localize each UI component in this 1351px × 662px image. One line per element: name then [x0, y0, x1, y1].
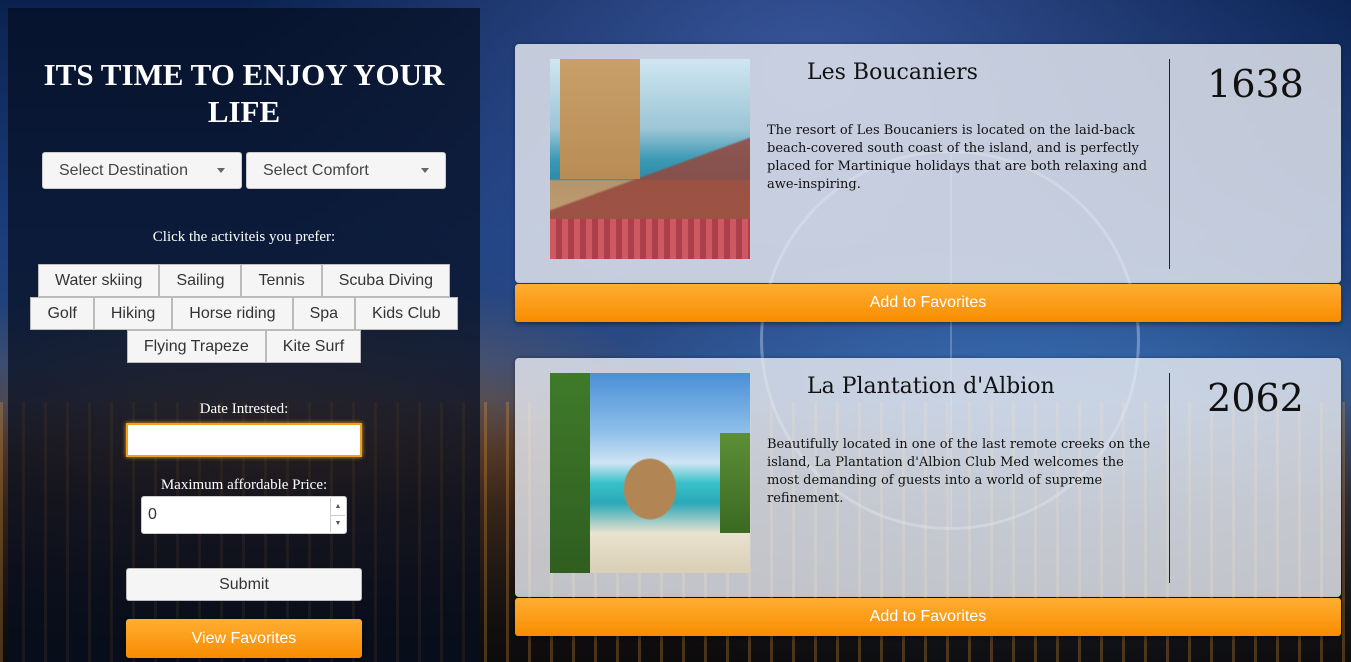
decrement-icon[interactable]: ▼ [331, 514, 345, 533]
activity-kite-surf[interactable]: Kite Surf [265, 330, 362, 363]
price-input[interactable] [142, 497, 346, 533]
activity-row-3: Flying Trapeze Kite Surf [8, 330, 480, 363]
activity-horse-riding[interactable]: Horse riding [172, 297, 293, 330]
select-row: Select Destination Select Comfort [8, 152, 480, 189]
activity-scuba-diving[interactable]: Scuba Diving [321, 264, 450, 297]
add-to-favorites-button[interactable]: Add to Favorites [515, 284, 1341, 322]
resort-description: Beautifully located in one of the last r… [767, 437, 1151, 506]
date-label: Date Intrested: [199, 401, 289, 417]
activity-golf[interactable]: Golf [30, 297, 94, 330]
resort-photo [550, 373, 750, 573]
comfort-select[interactable]: Select Comfort [246, 152, 446, 189]
price-label: Maximum affordable Price: [160, 477, 328, 493]
chevron-down-icon [421, 168, 429, 173]
resort-price: 2062 [1207, 376, 1304, 420]
price-stepper: ▲ ▼ [141, 496, 347, 534]
increment-icon[interactable]: ▲ [331, 498, 345, 515]
submit-button[interactable]: Submit [126, 568, 362, 601]
activity-hiking[interactable]: Hiking [93, 297, 173, 330]
comfort-select-label: Select Comfort [263, 161, 369, 179]
resort-card: La Plantation d'Albion Beautifully locat… [515, 358, 1341, 597]
activity-row-1: Water skiing Sailing Tennis Scuba Diving [8, 264, 480, 297]
resort-description: The resort of Les Boucaniers is located … [767, 123, 1148, 192]
activity-tennis[interactable]: Tennis [241, 264, 322, 297]
destination-select-label: Select Destination [59, 161, 188, 179]
chevron-down-icon [217, 168, 225, 173]
activity-water-skiing[interactable]: Water skiing [38, 264, 160, 297]
resort-card: Les Boucaniers The resort of Les Boucani… [515, 44, 1341, 283]
date-input[interactable] [126, 423, 362, 457]
price-spinner: ▲ ▼ [330, 498, 345, 532]
resort-name: La Plantation d'Albion [807, 374, 1055, 399]
panel-title: ITS TIME TO ENJOY YOUR LIFE [43, 57, 445, 129]
activity-row-2: Golf Hiking Horse riding Spa Kids Club [8, 297, 480, 330]
add-to-favorites-button[interactable]: Add to Favorites [515, 598, 1341, 636]
resort-photo [550, 59, 750, 259]
view-favorites-button[interactable]: View Favorites [126, 619, 362, 658]
activity-kids-club[interactable]: Kids Club [355, 297, 458, 330]
activities-label: Click the activiteis you prefer: [152, 229, 336, 245]
search-panel: ITS TIME TO ENJOY YOUR LIFE Select Desti… [8, 8, 480, 662]
resort-price: 1638 [1207, 62, 1304, 106]
activity-flying-trapeze[interactable]: Flying Trapeze [126, 330, 266, 363]
destination-select[interactable]: Select Destination [42, 152, 242, 189]
activity-sailing[interactable]: Sailing [159, 264, 242, 297]
resort-name: Les Boucaniers [807, 60, 978, 85]
activity-spa[interactable]: Spa [292, 297, 356, 330]
